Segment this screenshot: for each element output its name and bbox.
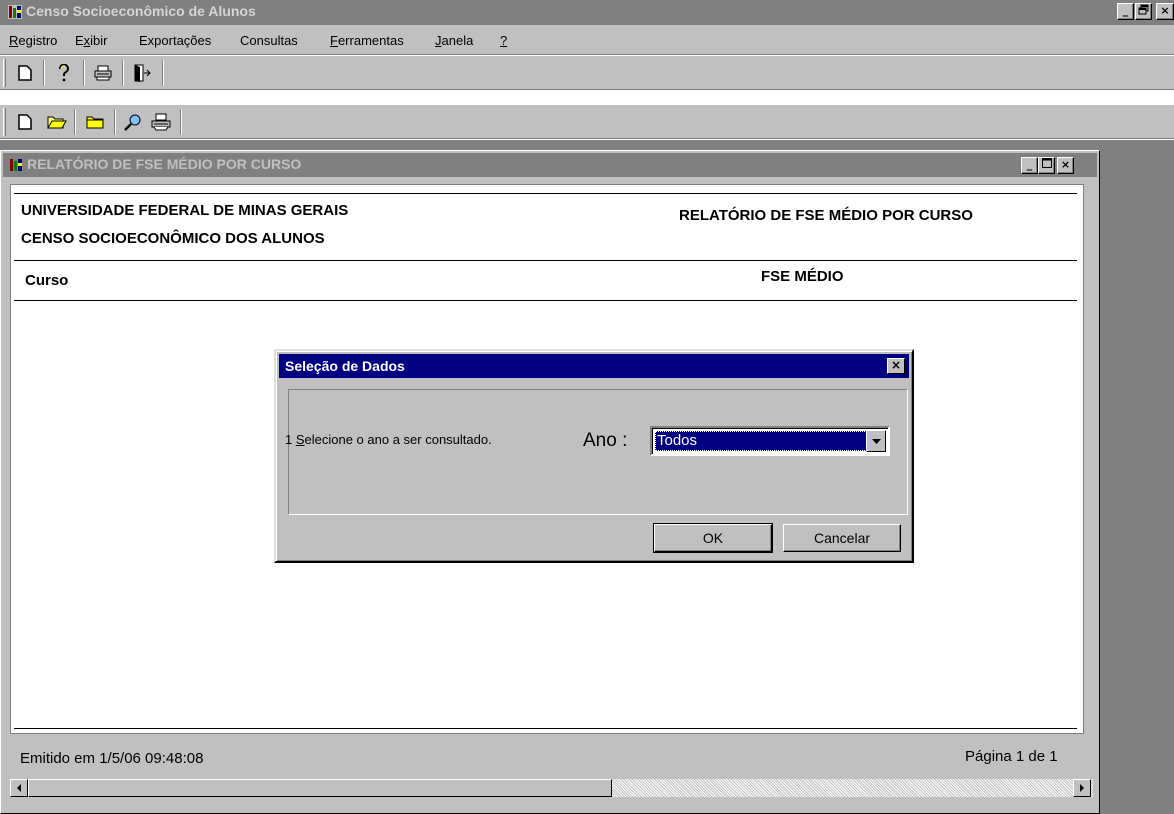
- help-button[interactable]: [51, 60, 77, 86]
- toolbar-separator: [122, 60, 124, 86]
- menu-consultas[interactable]: Consultas: [240, 33, 298, 48]
- menu-janela[interactable]: Janela: [435, 33, 473, 48]
- print-icon: [151, 113, 171, 131]
- toolbar-main: [0, 56, 1174, 90]
- exit-icon: [134, 64, 151, 82]
- folder-button[interactable]: [82, 109, 108, 135]
- toolbar-grip[interactable]: [3, 59, 6, 87]
- help-icon: [59, 64, 69, 82]
- app-close-button[interactable]: ×: [1156, 3, 1174, 20]
- app-icon: [10, 159, 22, 171]
- toolbar-separator: [162, 60, 164, 86]
- folder-icon: [86, 116, 104, 129]
- toolbar-separator: [74, 109, 76, 135]
- page-counter: Página 1 de 1: [965, 748, 1058, 765]
- report-window-titlebar[interactable]: RELATÓRIO DE FSE MÉDIO POR CURSO _ ×: [3, 153, 1097, 177]
- app-icon: [8, 5, 22, 19]
- scroll-right-button[interactable]: [1073, 779, 1091, 797]
- maximize-icon: [1041, 158, 1052, 168]
- year-instruction-label: 1 Selecione o ano a ser consultado.: [285, 432, 492, 447]
- dialog-titlebar[interactable]: Seleção de Dados ×: [279, 354, 909, 378]
- menu-registro[interactable]: Registro: [9, 33, 57, 48]
- toolbar-separator: [43, 60, 45, 86]
- app-title: Censo Socioeconômico de Alunos: [26, 3, 256, 19]
- report-minimize-button[interactable]: _: [1021, 157, 1038, 174]
- app-minimize-button[interactable]: _: [1117, 3, 1134, 20]
- ok-button[interactable]: OK: [653, 523, 773, 553]
- exit-button[interactable]: [129, 60, 155, 86]
- report-close-button[interactable]: ×: [1057, 157, 1074, 174]
- horizontal-scrollbar[interactable]: [10, 779, 1093, 797]
- print-preview-button[interactable]: [148, 109, 174, 135]
- dialog-close-button[interactable]: ×: [887, 358, 905, 374]
- report-maximize-button[interactable]: [1038, 157, 1055, 174]
- print-icon: [94, 65, 112, 81]
- menu-exibir[interactable]: Exibir: [75, 33, 108, 48]
- new-button[interactable]: [12, 60, 38, 86]
- issued-date: Emitido em 1/5/06 09:48:08: [20, 750, 204, 767]
- scrollbar-thumb[interactable]: [28, 779, 612, 797]
- print-button[interactable]: [90, 60, 116, 86]
- toolbar-grip[interactable]: [3, 108, 6, 136]
- menu-help[interactable]: ?: [500, 33, 507, 48]
- chevron-down-icon: [871, 438, 881, 444]
- search-button[interactable]: [120, 109, 146, 135]
- menubar: Registro Exibir Exportações Consultas Fe…: [0, 25, 1174, 55]
- report-title: RELATÓRIO DE FSE MÉDIO POR CURSO: [679, 207, 973, 224]
- report-window-title: RELATÓRIO DE FSE MÉDIO POR CURSO: [27, 156, 302, 172]
- divider: [14, 193, 1077, 194]
- divider: [14, 728, 1077, 729]
- new-icon: [18, 114, 32, 130]
- year-label: Ano :: [583, 430, 628, 451]
- menu-exportacoes[interactable]: Exportações: [139, 33, 211, 48]
- app-restore-button[interactable]: [1135, 3, 1152, 20]
- toolbar-secondary: [0, 105, 1174, 139]
- column-header-curso: Curso: [25, 272, 69, 289]
- arrow-right-icon: [1080, 784, 1084, 792]
- open-folder-icon: [47, 116, 67, 129]
- toolbar-separator: [180, 109, 182, 135]
- column-header-fse-medio: FSE MÉDIO: [761, 268, 844, 285]
- year-dropdown-button[interactable]: [866, 430, 886, 452]
- toolbar-separator: [83, 60, 85, 86]
- report-institution: UNIVERSIDADE FEDERAL DE MINAS GERAIS: [21, 202, 349, 219]
- menu-ferramentas[interactable]: Ferramentas: [330, 33, 404, 48]
- year-select-value: Todos: [655, 431, 867, 451]
- restore-icon: [1138, 4, 1149, 15]
- new-icon: [18, 65, 32, 81]
- divider: [14, 260, 1077, 261]
- arrow-left-icon: [17, 784, 21, 792]
- scroll-left-button[interactable]: [10, 779, 28, 797]
- year-select[interactable]: Todos: [650, 426, 890, 456]
- dialog-title: Seleção de Dados: [285, 358, 405, 374]
- new-report-button[interactable]: [12, 109, 38, 135]
- toolbar-separator: [114, 109, 116, 135]
- open-button[interactable]: [44, 109, 70, 135]
- search-icon: [124, 114, 141, 131]
- app-titlebar: Censo Socioeconômico de Alunos _ ×: [0, 0, 1174, 25]
- divider: [14, 300, 1077, 301]
- cancel-button[interactable]: Cancelar: [783, 524, 901, 552]
- report-census: CENSO SOCIOECONÔMICO DOS ALUNOS: [21, 230, 325, 247]
